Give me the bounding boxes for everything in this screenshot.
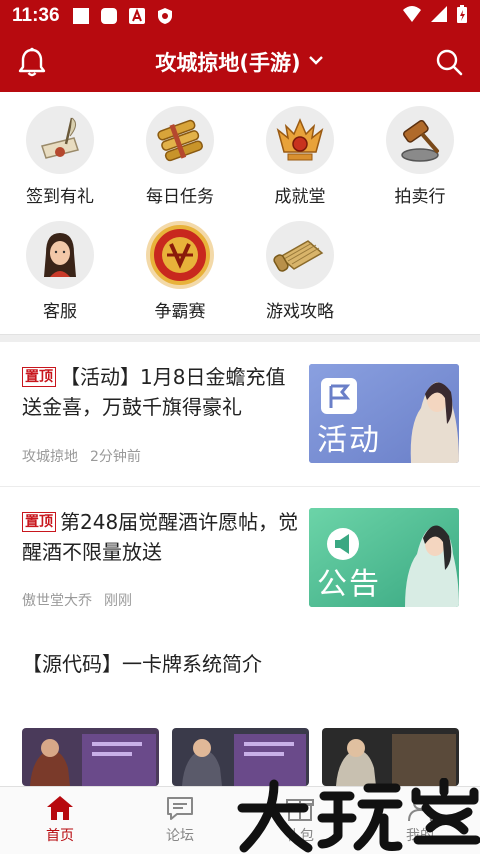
quill-scroll-icon — [26, 106, 94, 174]
watermark-logo — [237, 778, 480, 853]
pinned-badge: 置顶 — [22, 512, 56, 532]
post-title[interactable]: 【源代码】一卡牌系统简介 — [22, 648, 262, 677]
article-title-text: 第248届觉醒酒许愿帖，觉醒酒不限量放送 — [22, 510, 299, 564]
grid-label: 争霸赛 — [154, 302, 206, 322]
grid-label: 客服 — [43, 302, 77, 322]
grid-item-daily-tasks[interactable]: 每日任务 — [120, 92, 240, 207]
top-bar: 攻城掠地(手游) — [0, 32, 480, 92]
page-title: 攻城掠地(手游) — [155, 51, 301, 75]
thumbnail-label: 活动 — [317, 423, 381, 458]
grid-item-sign-in[interactable]: 签到有礼 — [0, 92, 120, 207]
notification-a-icon — [128, 7, 147, 26]
grid-item-achievements[interactable]: 成就堂 — [240, 92, 360, 207]
nav-home[interactable]: 首页 — [0, 787, 120, 854]
bell-icon[interactable] — [16, 46, 48, 78]
status-bar: 11:36 — [0, 0, 480, 32]
battle-emblem-icon — [146, 221, 214, 289]
article-title: 置顶 第248届觉醒酒许愿帖，觉醒酒不限量放送 — [22, 507, 300, 567]
battery-icon — [456, 4, 468, 28]
article-item[interactable]: 置顶 【活动】1月8日金蟾充值送金喜，万鼓千旗得豪礼 攻城掠地 2分钟前 活动 — [0, 342, 480, 487]
forum-icon — [165, 793, 195, 823]
grid-label: 成就堂 — [274, 187, 326, 207]
nav-label: 论坛 — [166, 828, 194, 844]
grid-label: 签到有礼 — [26, 187, 94, 207]
pinned-badge: 置顶 — [22, 367, 56, 387]
article-meta: 傲世堂大乔 刚刚 — [22, 590, 144, 610]
gallery-image — [22, 728, 159, 786]
grid-label: 每日任务 — [146, 187, 214, 207]
section-divider — [0, 334, 480, 342]
guide-scroll-icon — [266, 221, 334, 289]
notification-square-icon — [72, 7, 91, 26]
signal-icon — [430, 5, 448, 27]
grid-item-championship[interactable]: 争霸赛 — [120, 207, 240, 322]
thumbnail-label: 公告 — [317, 567, 381, 602]
game-selector[interactable]: 攻城掠地(手游) — [155, 47, 324, 77]
article-meta: 攻城掠地 2分钟前 — [22, 446, 153, 466]
article-title-text: 【活动】1月8日金蟾充值送金喜，万鼓千旗得豪礼 — [22, 365, 286, 419]
article-author: 傲世堂大乔 — [22, 593, 92, 609]
nav-label: 首页 — [46, 828, 74, 844]
nav-forum[interactable]: 论坛 — [120, 787, 240, 854]
article-title: 置顶 【活动】1月8日金蟾充值送金喜，万鼓千旗得豪礼 — [22, 362, 300, 422]
wifi-icon — [402, 5, 422, 27]
grid-item-game-guide[interactable]: 游戏攻略 — [240, 207, 360, 322]
home-icon — [45, 793, 75, 823]
grid-label: 游戏攻略 — [266, 302, 334, 322]
article-time: 刚刚 — [104, 593, 132, 609]
trophy-crest-icon — [266, 106, 334, 174]
feature-grid: 签到有礼 每日任务 成就堂 拍卖行 客服 争霸赛 游戏攻略 — [0, 92, 480, 334]
notification-rounded-icon — [100, 7, 119, 26]
article-thumbnail: 公告 — [309, 508, 459, 607]
status-time: 11:36 — [12, 5, 60, 26]
article-item[interactable]: 置顶 第248届觉醒酒许愿帖，觉醒酒不限量放送 傲世堂大乔 刚刚 公告 — [0, 487, 480, 629]
article-thumbnail: 活动 — [309, 364, 459, 463]
auction-hammer-icon — [386, 106, 454, 174]
chevron-down-icon — [307, 51, 325, 73]
scrolls-icon — [146, 106, 214, 174]
grid-label: 拍卖行 — [394, 187, 446, 207]
search-icon[interactable] — [434, 47, 464, 77]
service-avatar-icon — [26, 221, 94, 289]
grid-item-customer-service[interactable]: 客服 — [0, 207, 120, 322]
article-time: 2分钟前 — [90, 449, 141, 465]
notification-shield-icon — [156, 7, 175, 26]
grid-item-auction[interactable]: 拍卖行 — [360, 92, 480, 207]
article-author: 攻城掠地 — [22, 449, 78, 465]
